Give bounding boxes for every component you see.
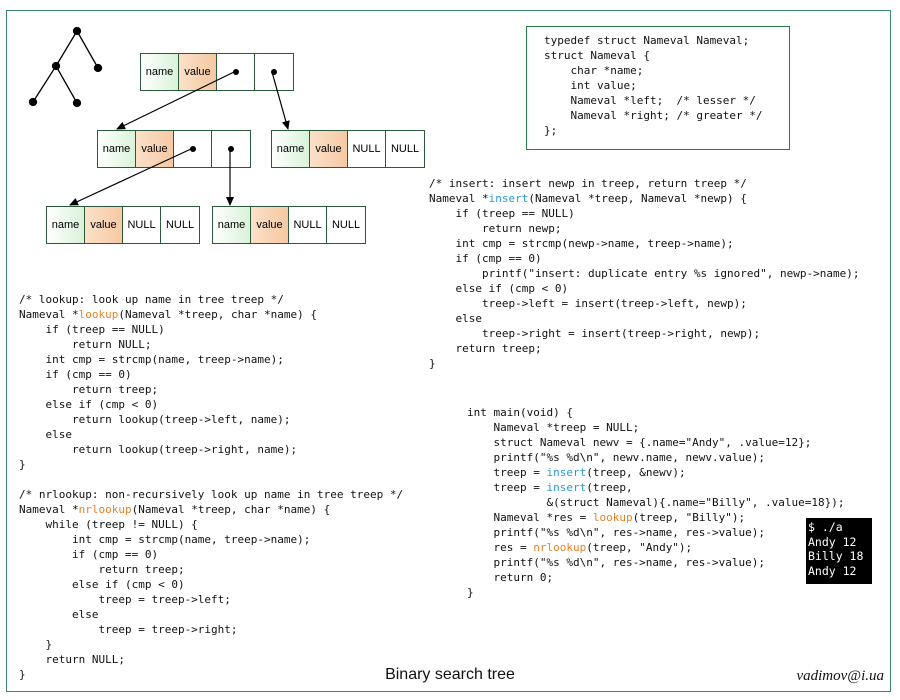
struct-code: typedef struct Nameval Nameval; struct N… xyxy=(544,34,763,137)
author-credit: vadimov@i.ua xyxy=(796,668,884,684)
main-line: printf("%s %d\n", res->name, res->value)… xyxy=(467,556,766,569)
lookup-signature-prefix: Nameval * xyxy=(19,308,79,321)
main-line: Nameval *treep = NULL; xyxy=(467,421,640,434)
root-right-arrow xyxy=(271,71,290,130)
insert-signature-params: (Nameval *treep, Nameval *newp) { xyxy=(528,192,747,205)
main-line: treep = xyxy=(467,481,547,494)
insert-function-code: /* insert: insert newp in treep, return … xyxy=(429,176,859,371)
main-function-code: int main(void) { Nameval *treep = NULL; … xyxy=(467,405,845,600)
main-lookup-call: lookup xyxy=(592,511,633,524)
main-nrlookup-call: nrlookup xyxy=(533,541,587,554)
main-line: printf("%s %d\n", res->name, res->value)… xyxy=(467,526,766,539)
insert-comment: /* insert: insert newp in treep, return … xyxy=(429,177,747,190)
insert-function-name: insert xyxy=(488,192,529,205)
root-left-arrow xyxy=(116,71,235,130)
lookup-function-code: /* lookup: look up name in tree treep */… xyxy=(19,292,317,472)
terminal-output: $ ./a Andy 12 Billy 18 Andy 12 xyxy=(806,518,872,584)
nrlookup-body: while (treep != NULL) { int cmp = strcmp… xyxy=(19,518,311,681)
lookup-function-name: lookup xyxy=(78,308,119,321)
nrlookup-function-name: nrlookup xyxy=(78,503,132,516)
insert-signature-prefix: Nameval * xyxy=(429,192,489,205)
lookup-body: if (treep == NULL) return NULL; int cmp … xyxy=(19,323,298,471)
struct-definition-box: typedef struct Nameval Nameval; struct N… xyxy=(526,26,790,150)
diagram-caption: Binary search tree xyxy=(385,666,515,683)
insert-body: if (treep == NULL) return newp; int cmp … xyxy=(429,207,860,370)
nrlookup-function-code: /* nrlookup: non-recursively look up nam… xyxy=(19,487,403,682)
left-left-arrow xyxy=(69,148,192,206)
lookup-comment: /* lookup: look up name in tree treep */ xyxy=(19,293,284,306)
nrlookup-signature-params: (Nameval *treep, char *name) { xyxy=(131,503,331,516)
main-line: struct Nameval newv = {.name="Andy", .va… xyxy=(467,436,812,449)
main-insert-call: insert xyxy=(546,466,587,479)
main-line: return 0; xyxy=(467,571,554,584)
main-line: (treep, xyxy=(586,481,633,494)
main-line: (treep, "Billy"); xyxy=(632,511,746,524)
nrlookup-signature-prefix: Nameval * xyxy=(19,503,79,516)
main-line: res = xyxy=(467,541,534,554)
main-insert-call: insert xyxy=(546,481,587,494)
main-line: &(struct Nameval){.name="Billy", .value=… xyxy=(467,496,845,509)
main-line: printf("%s %d\n", newv.name, newv.value)… xyxy=(467,451,766,464)
lookup-signature-params: (Nameval *treep, char *name) { xyxy=(118,308,318,321)
nrlookup-comment: /* nrlookup: non-recursively look up nam… xyxy=(19,488,404,501)
main-line: int main(void) { xyxy=(467,406,573,419)
main-line: treep = xyxy=(467,466,547,479)
main-line: (treep, "Andy"); xyxy=(586,541,693,554)
main-line: Nameval *res = xyxy=(467,511,593,524)
main-line: } xyxy=(467,586,474,599)
main-line: (treep, &newv); xyxy=(586,466,686,479)
